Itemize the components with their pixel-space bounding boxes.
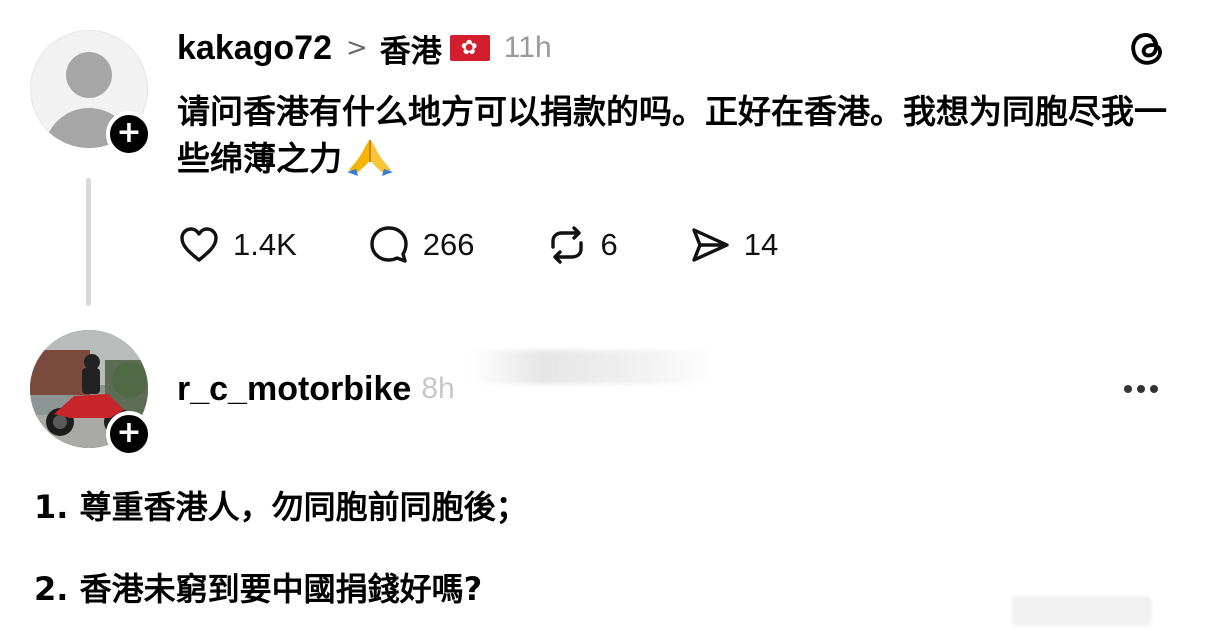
threads-logo-icon[interactable] xyxy=(1126,26,1170,70)
reply-time: 8h xyxy=(421,372,455,405)
chevron-right-icon: > xyxy=(346,33,368,63)
repost-button[interactable]: 6 xyxy=(545,223,618,267)
blurred-overlay xyxy=(470,350,715,384)
post-body: 请问香港有什么地方可以捐款的吗。正好在香港。我想为同胞尽我一些绵薄之力 xyxy=(177,88,1177,182)
reply-username[interactable]: r_c_motorbike xyxy=(177,370,411,409)
repost-count: 6 xyxy=(600,227,618,262)
post-text: 请问香港有什么地方可以捐款的吗。正好在香港。我想为同胞尽我一些绵薄之力 xyxy=(177,92,1167,178)
post-actions: 1.4K 266 6 14 xyxy=(177,220,848,270)
reply-button[interactable]: 266 xyxy=(367,223,475,267)
comment-icon xyxy=(370,226,408,263)
post-region: 香港 xyxy=(379,33,442,70)
repost-icon xyxy=(550,226,583,264)
reply-count: 266 xyxy=(422,227,475,262)
like-button[interactable]: 1.4K xyxy=(177,223,297,267)
share-count: 14 xyxy=(743,227,779,262)
send-icon xyxy=(692,228,729,262)
thread-connector-line xyxy=(86,178,91,306)
share-button[interactable]: 14 xyxy=(688,223,778,267)
reply-line: 1. 尊重香港人，勿同胞前同胞後； xyxy=(34,488,528,526)
post-header: kakago72 > 香港 11h xyxy=(177,26,552,70)
blurred-watermark xyxy=(1012,596,1152,626)
follow-plus-button[interactable]: + xyxy=(106,111,152,157)
reply-header: r_c_motorbike 8h xyxy=(177,367,455,411)
post-username[interactable]: kakago72 xyxy=(177,29,332,68)
reply-line: 2. 香港未窮到要中國捐錢好嗎? xyxy=(34,570,483,608)
default-avatar-head xyxy=(66,52,112,98)
more-options-icon[interactable] xyxy=(1124,378,1164,396)
heart-icon xyxy=(180,227,218,262)
like-count: 1.4K xyxy=(233,227,297,262)
post-time: 11h xyxy=(503,31,552,64)
follow-plus-button[interactable]: + xyxy=(106,411,152,457)
hong-kong-flag-icon xyxy=(449,35,490,61)
folded-hands-icon xyxy=(347,140,393,176)
